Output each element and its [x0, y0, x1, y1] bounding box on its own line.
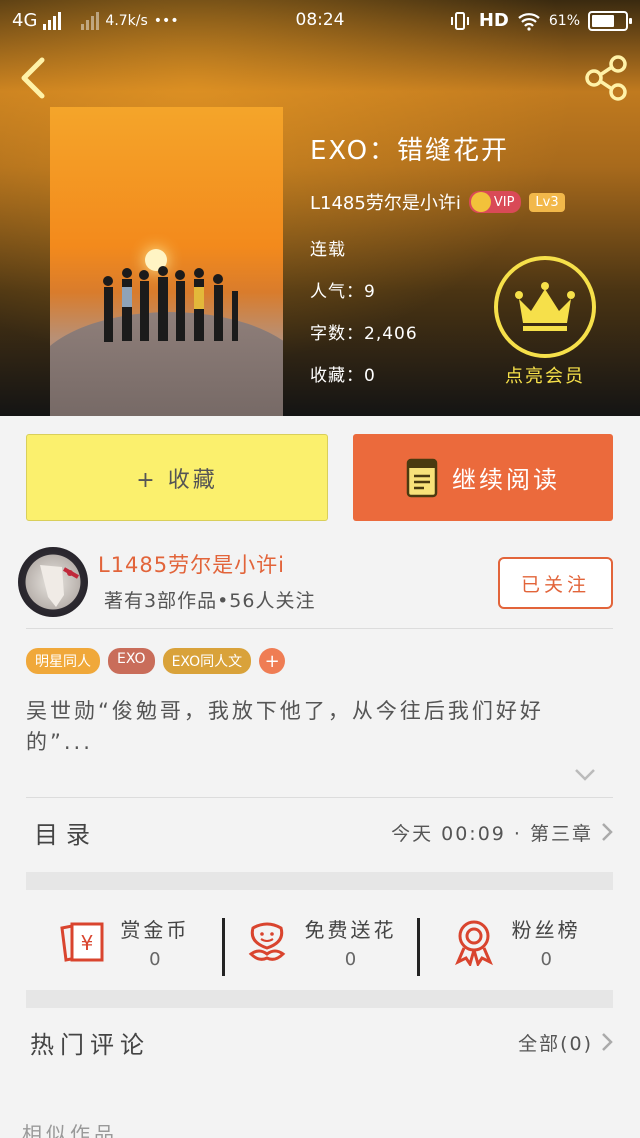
chevron-right-icon	[602, 1033, 613, 1051]
continue-reading-label: 继续阅读	[452, 466, 560, 494]
book-header: 4G 4.7k/s ••• 08:24 HD 61% EXO：错缝花开 L148…	[0, 0, 640, 416]
battery-percent: 61%	[548, 12, 580, 29]
back-button[interactable]	[14, 56, 54, 100]
author-row[interactable]: L1485劳尔是小许i VIP Lv3	[310, 189, 565, 215]
stat-label: 免费送花	[304, 918, 397, 942]
toc-label: 目录	[34, 820, 98, 849]
book-author[interactable]: L1485劳尔是小许i	[310, 189, 461, 215]
send-flower-button[interactable]: 免费送花 0	[221, 914, 418, 976]
level-badge: Lv3	[529, 192, 565, 212]
table-of-contents-row[interactable]: 目录 今天 00:09 · 第三章	[26, 798, 613, 866]
wifi-icon	[518, 12, 540, 31]
chevron-down-icon[interactable]	[574, 768, 596, 782]
follow-button[interactable]: 已关注	[498, 557, 613, 609]
battery-icon	[588, 10, 632, 31]
fan-ranking-button[interactable]: 粉丝榜 0	[417, 914, 613, 976]
vip-crown-icon	[470, 192, 491, 212]
crown-icon	[515, 282, 575, 331]
all-comments-label: 全部(0)	[518, 1032, 593, 1055]
status-bar: 4G 4.7k/s ••• 08:24 HD 61%	[0, 0, 640, 42]
vibrate-icon	[450, 11, 469, 30]
chevron-right-icon	[602, 823, 613, 841]
tag-list: 明星同人 EXO EXO同人文 +	[26, 648, 286, 674]
coin-icon: ¥	[60, 922, 104, 962]
all-comments-link[interactable]: 全部(0)	[518, 1029, 613, 1056]
reward-coins-button[interactable]: ¥ 赏金币 0	[26, 914, 222, 970]
comments-title: 热门评论	[30, 1030, 150, 1059]
continue-reading-button[interactable]: 继续阅读	[353, 434, 613, 521]
divider	[26, 628, 613, 629]
author-name[interactable]: L1485劳尔是小许i	[98, 549, 285, 579]
cover-silhouettes	[103, 266, 238, 342]
book-detail-content: + 收藏 继续阅读 L1485劳尔是小许i 著有3部作品•56人关注 已关注 明…	[0, 416, 640, 1138]
section-gap	[26, 990, 613, 1008]
section-gap	[26, 872, 613, 890]
synopsis: 吴世勋“俊勉哥，我放下他了，从今往后我们好好的”...	[26, 699, 544, 754]
author-card: L1485劳尔是小许i 著有3部作品•56人关注 已关注	[0, 541, 640, 629]
stat-value: 0	[540, 949, 552, 970]
vip-label: VIP	[493, 194, 515, 210]
toc-latest-chapter: 今天 00:09 · 第三章	[391, 819, 613, 846]
hot-comments-row[interactable]: 热门评论 全部(0)	[26, 1008, 613, 1076]
tag-item[interactable]: 明星同人	[26, 648, 100, 674]
member-button[interactable]	[494, 256, 596, 358]
favorite-button[interactable]: + 收藏	[26, 434, 328, 521]
stat-label: 赏金币	[120, 918, 190, 942]
tag-item[interactable]: EXO同人文	[162, 648, 252, 674]
vip-badge: VIP	[468, 191, 522, 213]
author-avatar[interactable]	[18, 547, 88, 617]
hd-label: HD	[478, 10, 509, 31]
flower-icon	[248, 922, 285, 961]
share-button[interactable]	[582, 54, 630, 102]
author-meta: 著有3部作品•56人关注	[104, 590, 316, 612]
book-cover	[50, 107, 283, 416]
medal-icon	[454, 920, 493, 966]
toc-latest-text: 今天 00:09 · 第三章	[391, 822, 593, 845]
tag-item[interactable]: EXO	[108, 648, 155, 674]
stat-label: 粉丝榜	[511, 918, 581, 942]
book-status: 连载	[310, 240, 346, 260]
stat-value: 0	[344, 949, 357, 970]
similar-works-title: 相似作品	[22, 1122, 118, 1138]
stat-value: 0	[149, 949, 161, 970]
book-icon	[406, 458, 438, 497]
stats-bar: ¥ 赏金币 0 免费送花 0 粉丝榜 0	[26, 894, 613, 990]
book-title: EXO：错缝花开	[310, 136, 510, 166]
avatar-hands-icon	[40, 565, 79, 607]
member-label[interactable]: 点亮会员	[494, 362, 596, 388]
add-tag-button[interactable]: +	[259, 648, 286, 674]
svg-text:¥: ¥	[81, 931, 94, 955]
